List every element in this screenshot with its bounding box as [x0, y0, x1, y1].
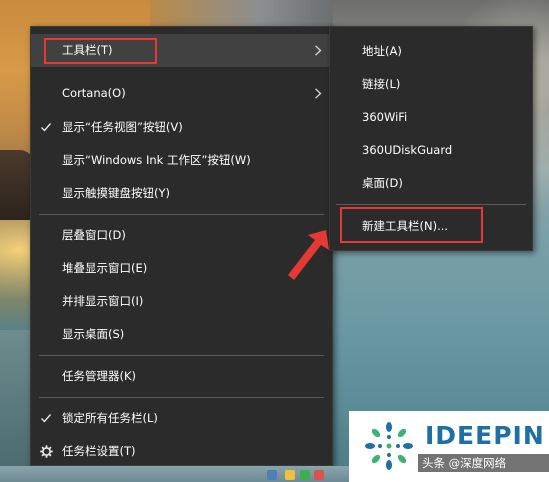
highlight-box-toolbars	[44, 38, 157, 64]
wallpaper-rock	[0, 150, 34, 220]
submenu-item-label: 地址(A)	[362, 44, 402, 58]
menu-item-label: 堆叠显示窗口(E)	[62, 261, 148, 275]
menu-separator	[39, 355, 324, 356]
menu-item-label: 任务栏设置(T)	[62, 444, 136, 458]
menu-item-label: 层叠窗口(D)	[62, 228, 126, 242]
menu-separator	[39, 214, 324, 215]
tray-app-icon[interactable]	[267, 470, 277, 480]
gear-icon	[40, 435, 54, 468]
menu-item-side-by-side-windows[interactable]: 并排显示窗口(I)	[31, 285, 332, 318]
menu-item-show-desktop[interactable]: 显示桌面(S)	[31, 318, 332, 351]
menu-item-label: 显示“Windows Ink 工作区”按钮(W)	[62, 153, 251, 167]
submenu-item-360udiskguard[interactable]: 360UDiskGuard	[330, 134, 532, 167]
menu-separator	[39, 397, 324, 398]
menu-item-label: 锁定所有任务栏(L)	[62, 411, 158, 425]
menu-item-lock-taskbars[interactable]: 锁定所有任务栏(L)	[31, 402, 332, 435]
tray-app-icon[interactable]	[285, 470, 295, 480]
ideepin-logo-icon	[365, 422, 413, 470]
menu-item-show-touch-keyboard-button[interactable]: 显示触摸键盘按钮(Y)	[31, 177, 332, 210]
wallpaper-shore	[0, 330, 34, 482]
submenu-item-label: 桌面(D)	[362, 176, 403, 190]
menu-item-label: 显示“任务视图”按钮(V)	[62, 120, 183, 134]
menu-item-label: 并排显示窗口(I)	[62, 294, 144, 308]
submenu-item-address[interactable]: 地址(A)	[330, 35, 532, 68]
submenu-item-links[interactable]: 链接(L)	[330, 68, 532, 101]
watermark-caption: 头条 @深度网络	[418, 454, 549, 472]
menu-item-cortana[interactable]: Cortana(O)	[31, 77, 332, 110]
menu-separator	[336, 204, 526, 205]
watermark-brand: IDEEPIN	[425, 421, 545, 450]
menu-item-label: Cortana(O)	[62, 86, 126, 100]
submenu-item-label: 链接(L)	[362, 77, 401, 91]
tray-app-icon[interactable]	[314, 470, 324, 480]
tray-app-icon[interactable]	[300, 470, 310, 480]
submenu-item-label: 360WiFi	[362, 110, 408, 124]
desktop: 工具栏(T) Cortana(O) 显示“任务视图”按钮(V) 显示“Windo…	[0, 0, 549, 482]
submenu-item-desktop[interactable]: 桌面(D)	[330, 167, 532, 200]
menu-item-show-task-view-button[interactable]: 显示“任务视图”按钮(V)	[31, 111, 332, 144]
menu-item-label: 显示触摸键盘按钮(Y)	[62, 186, 170, 200]
chevron-right-icon	[314, 34, 322, 67]
highlight-box-new-toolbar	[340, 207, 483, 243]
chevron-right-icon	[314, 77, 322, 110]
menu-item-task-manager[interactable]: 任务管理器(K)	[31, 360, 332, 393]
submenu-item-360wifi[interactable]: 360WiFi	[330, 101, 532, 134]
red-arrow-icon	[288, 230, 329, 280]
menu-item-show-windows-ink-button[interactable]: 显示“Windows Ink 工作区”按钮(W)	[31, 144, 332, 177]
wallpaper-sky	[150, 0, 333, 26]
menu-item-label: 任务管理器(K)	[62, 369, 137, 383]
checkmark-icon	[40, 111, 54, 144]
menu-item-label: 显示桌面(S)	[62, 327, 125, 341]
submenu-item-label: 360UDiskGuard	[362, 143, 453, 157]
menu-item-taskbar-settings[interactable]: 任务栏设置(T)	[31, 435, 332, 468]
checkmark-icon	[40, 402, 54, 435]
